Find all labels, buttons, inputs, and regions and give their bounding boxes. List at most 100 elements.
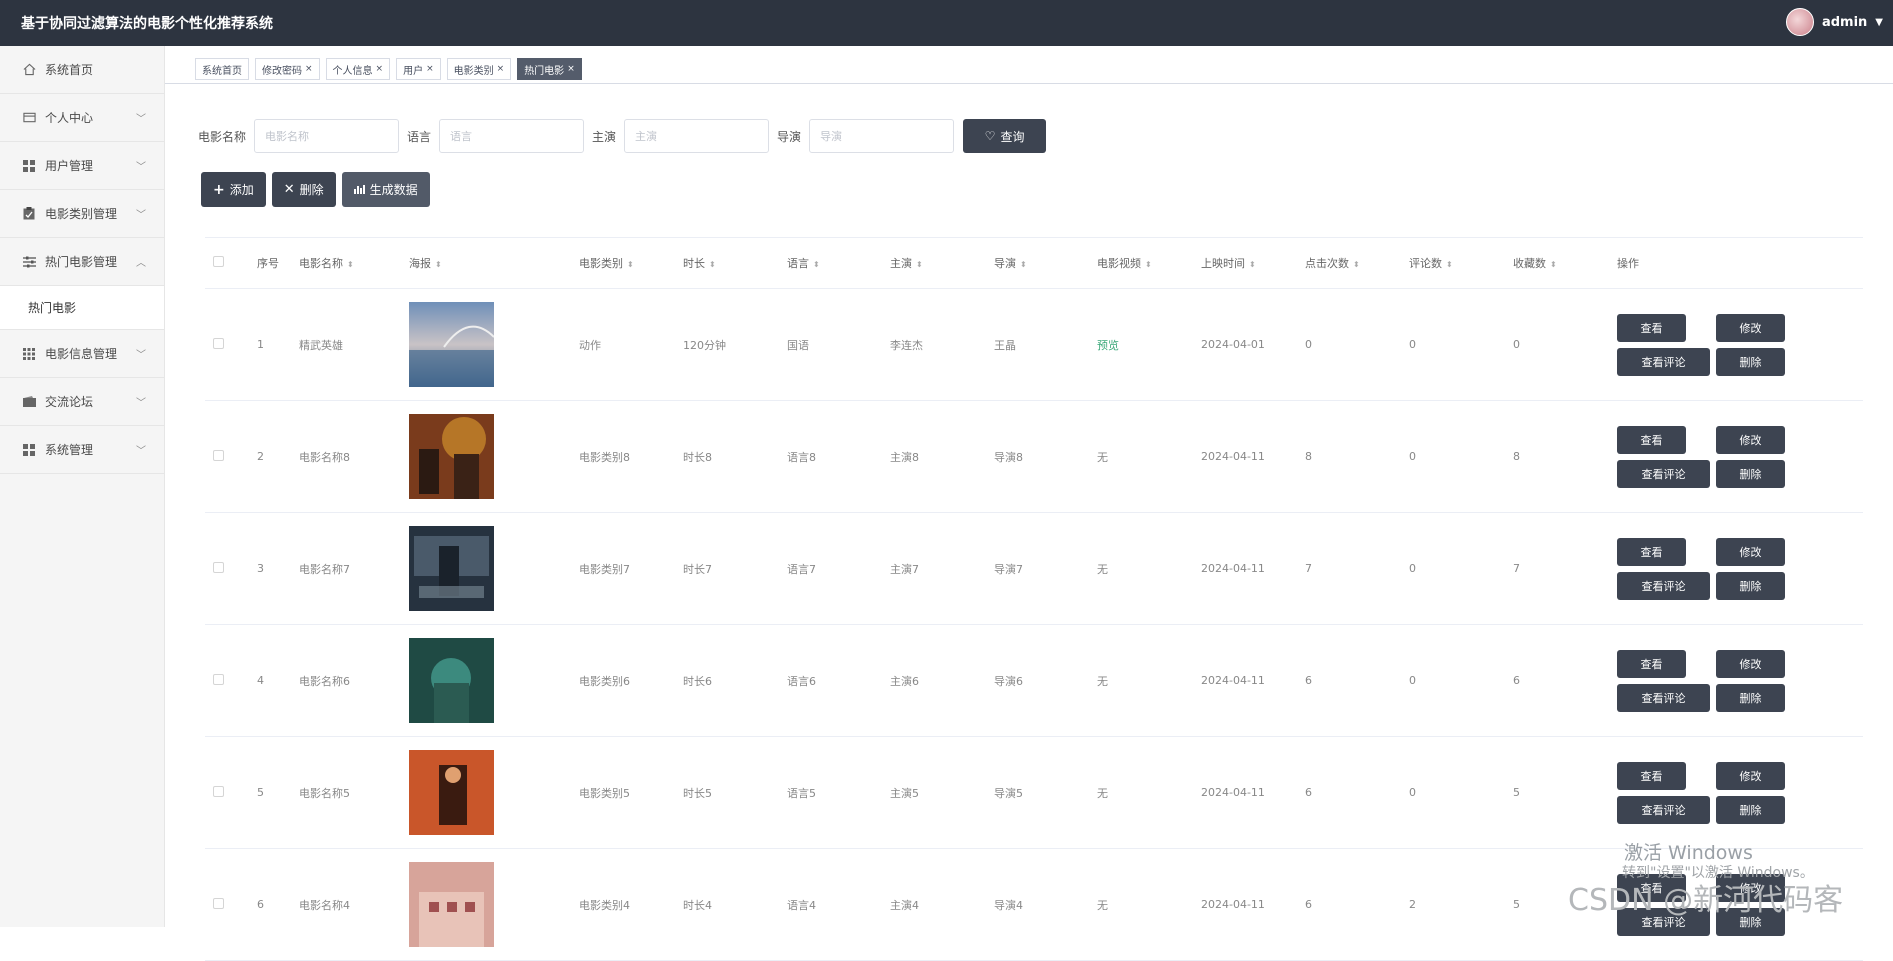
view-button[interactable]: 查看 [1617,537,1686,566]
sidebar-item-movie-info[interactable]: 电影信息管理 ﹀ [0,330,164,378]
movie-name-input[interactable] [254,119,400,153]
sort-icon[interactable]: ⬍ [916,260,923,269]
header-date[interactable]: 上映时间 ⬍ [1201,255,1305,271]
header-clicks[interactable]: 点击次数 ⬍ [1305,255,1409,271]
header-comments[interactable]: 评论数 ⬍ [1409,255,1513,271]
sidebar-item-forum[interactable]: 交流论坛 ﹀ [0,378,164,426]
cell-poster[interactable] [409,862,579,947]
sidebar-item-users[interactable]: 用户管理 ﹀ [0,142,164,190]
cell-language: 语言5 [787,786,816,800]
row-checkbox[interactable] [213,673,224,685]
sidebar-subitem-hot-movies[interactable]: 热门电影 [0,286,164,330]
view-button[interactable]: 查看 [1617,313,1686,342]
edit-button[interactable]: 修改 [1716,761,1785,790]
table-row: 1 精武英雄 动作 120分钟 国语 李连杰 王晶 预览 2024-04-01 0 0 0 查看 修改 查看… [205,289,1863,401]
grid-icon [22,159,36,173]
delete-button[interactable]: ✕ 删除 [271,172,336,207]
sort-icon[interactable]: ⬍ [627,260,634,269]
sort-icon[interactable]: ⬍ [1145,260,1152,269]
close-icon[interactable]: × [567,64,575,74]
tab-change-password[interactable]: 修改密码 × [255,58,320,80]
row-delete-button[interactable]: 删除 [1716,571,1785,600]
header-director[interactable]: 导演 ⬍ [994,255,1097,271]
sidebar-item-home[interactable]: 系统首页 [0,46,164,94]
header-video[interactable]: 电影视频 ⬍ [1097,255,1201,271]
edit-button[interactable]: 修改 [1716,537,1785,566]
row-checkbox[interactable] [213,561,224,573]
row-checkbox[interactable] [213,449,224,461]
tab-profile[interactable]: 个人信息 × [325,58,391,80]
sort-icon[interactable]: ⬍ [1446,260,1453,269]
row-checkbox[interactable] [213,785,224,797]
sort-icon[interactable]: ⬍ [1249,260,1256,269]
sidebar-item-system[interactable]: 系统管理 ﹀ [0,426,164,474]
sort-icon[interactable]: ⬍ [1550,260,1557,269]
cell-poster[interactable] [409,638,579,723]
cell-comments: 0 [1409,450,1416,463]
close-icon[interactable]: × [305,64,313,74]
row-delete-button[interactable]: 删除 [1716,347,1785,376]
caret-down-icon[interactable]: ▼ [1875,17,1883,28]
row-delete-button[interactable]: 删除 [1716,795,1785,824]
cell-poster[interactable] [409,302,579,387]
tab-home[interactable]: 系统首页 [195,58,249,80]
header-name[interactable]: 电影名称 ⬍ [299,255,409,271]
actor-input[interactable] [624,119,770,153]
director-input[interactable] [809,119,955,153]
header-poster[interactable]: 海报 ⬍ [409,255,579,271]
header-favorites[interactable]: 收藏数 ⬍ [1513,255,1617,271]
close-icon[interactable]: × [497,64,505,74]
view-comments-button[interactable]: 查看评论 [1617,571,1710,600]
row-checkbox[interactable] [213,897,224,909]
header-category[interactable]: 电影类别 ⬍ [579,255,683,271]
close-icon[interactable]: × [376,64,384,74]
edit-button[interactable]: 修改 [1716,425,1785,454]
sort-icon[interactable]: ⬍ [1353,260,1360,269]
cell-poster[interactable] [409,750,579,835]
language-input[interactable] [439,119,585,153]
preview-link[interactable]: 预览 [1097,339,1119,352]
cell-poster[interactable] [409,414,579,499]
cell-category: 电影类别6 [579,674,630,688]
generate-data-button[interactable]: 生成数据 [341,172,430,207]
search-button[interactable]: ♡ 查询 [963,119,1047,153]
user-menu[interactable]: admin ▼ [1785,8,1883,36]
cell-poster[interactable] [409,526,579,611]
sidebar-item-categories[interactable]: 电影类别管理 ﹀ [0,190,164,238]
sort-icon[interactable]: ⬍ [347,260,354,269]
header-language[interactable]: 语言 ⬍ [787,255,890,271]
sort-icon[interactable]: ⬍ [1020,260,1027,269]
tab-users[interactable]: 用户 × [396,58,441,80]
view-comments-button[interactable]: 查看评论 [1617,347,1710,376]
header-actor[interactable]: 主演 ⬍ [890,255,994,271]
cell-language: 国语 [787,338,809,352]
view-comments-button[interactable]: 查看评论 [1617,459,1710,488]
close-icon[interactable]: × [426,64,434,74]
view-button[interactable]: 查看 [1617,425,1686,454]
tab-hot-movies[interactable]: 热门电影 × [517,58,582,80]
sort-icon[interactable]: ⬍ [709,260,716,269]
sidebar: 系统首页 个人中心 ﹀ 用户管理 ﹀ 电影类别管理 ﹀ 热门电影管理 ︿ 热门电… [0,46,165,927]
sidebar-item-profile[interactable]: 个人中心 ﹀ [0,94,164,142]
view-button[interactable]: 查看 [1617,761,1686,790]
sidebar-item-label: 系统管理 [45,443,94,457]
chevron-down-icon: ﹀ [136,210,146,221]
tab-categories[interactable]: 电影类别 × [446,58,512,80]
user-name[interactable]: admin [1822,15,1867,30]
row-checkbox[interactable] [213,337,224,349]
view-button[interactable]: 查看 [1617,649,1686,678]
cell-date: 2024-04-11 [1201,898,1265,911]
edit-button[interactable]: 修改 [1716,313,1785,342]
avatar[interactable] [1785,8,1814,36]
sort-icon[interactable]: ⬍ [813,260,820,269]
sidebar-item-hot-movies[interactable]: 热门电影管理 ︿ [0,238,164,286]
view-comments-button[interactable]: 查看评论 [1617,795,1710,824]
row-delete-button[interactable]: 删除 [1716,459,1785,488]
select-all-checkbox[interactable] [213,256,224,267]
edit-button[interactable]: 修改 [1716,649,1785,678]
sort-icon[interactable]: ⬍ [435,260,442,269]
add-button[interactable]: + 添加 [201,172,266,207]
row-delete-button[interactable]: 删除 [1716,683,1785,712]
header-duration[interactable]: 时长 ⬍ [683,255,787,271]
view-comments-button[interactable]: 查看评论 [1617,683,1710,712]
